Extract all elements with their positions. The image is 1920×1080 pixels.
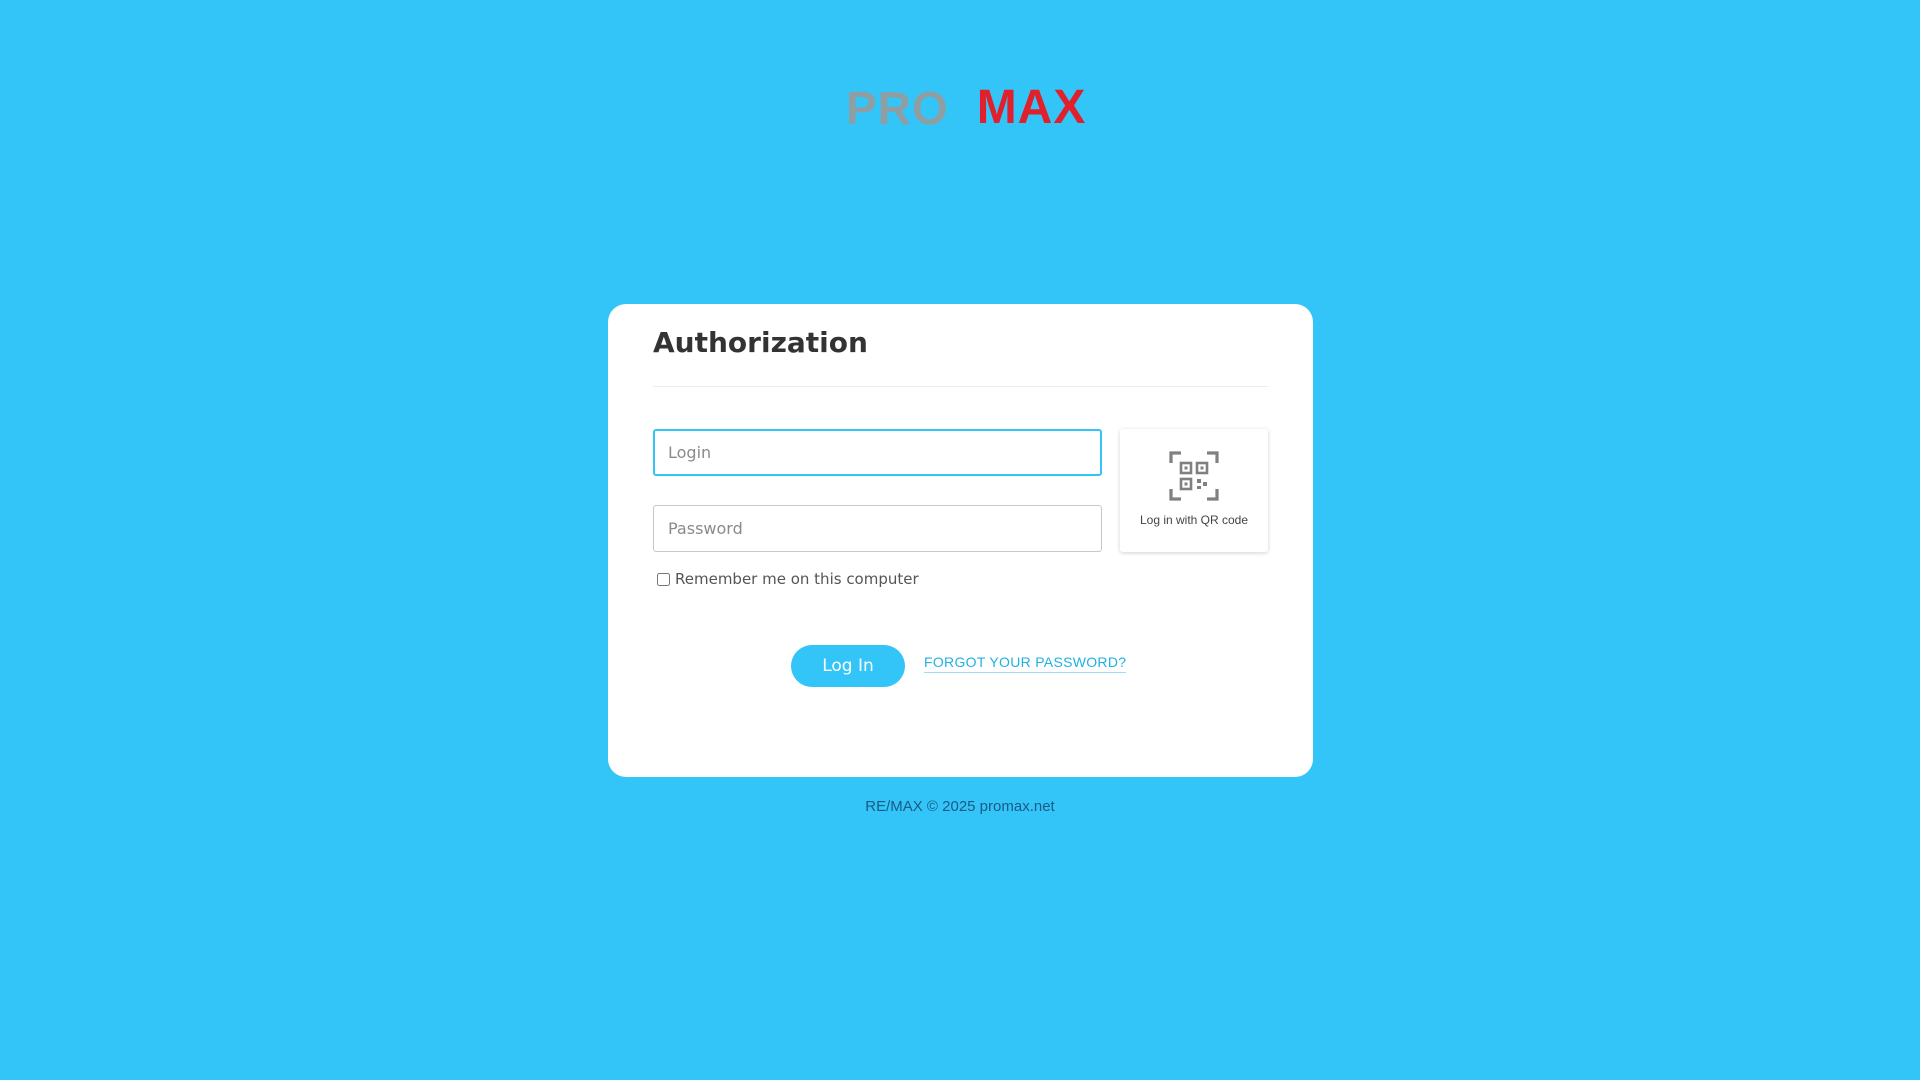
remember-me-label: Remember me on this computer — [675, 570, 919, 588]
login-button[interactable]: Log In — [791, 645, 905, 687]
promax-logo: PRO MAX — [846, 82, 1085, 134]
authorization-card: Authorization Remember me on this comput… — [608, 304, 1313, 777]
qr-login-label: Log in with QR code — [1139, 513, 1249, 527]
qr-code-icon — [1169, 451, 1219, 501]
page-title: Authorization — [653, 326, 868, 359]
qr-login-button[interactable]: Log in with QR code — [1120, 429, 1268, 552]
forgot-password-link[interactable]: FORGOT YOUR PASSWORD? — [924, 654, 1127, 673]
logo-max-text: MAX — [976, 81, 1087, 134]
title-divider — [653, 386, 1268, 387]
footer-copyright: RE/MAX © 2025 promax.net — [865, 798, 1055, 815]
password-input[interactable] — [653, 505, 1102, 552]
logo-pro-text: PRO — [846, 82, 949, 134]
remember-me[interactable]: Remember me on this computer — [657, 570, 919, 588]
login-input[interactable] — [653, 429, 1102, 476]
remember-me-checkbox[interactable] — [657, 572, 670, 586]
